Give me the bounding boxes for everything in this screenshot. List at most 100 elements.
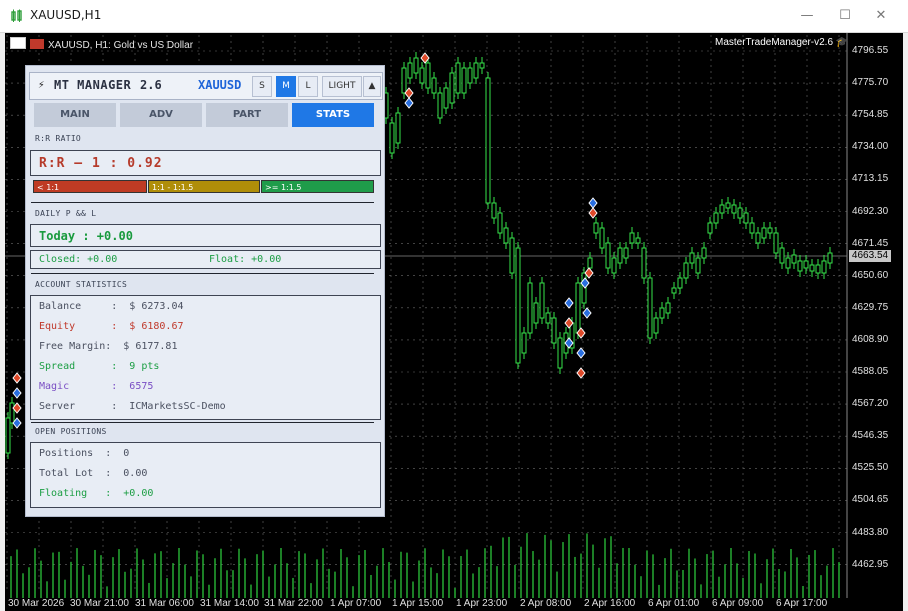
price-tick-label: 4588.05 [852, 366, 889, 377]
time-tick-label: 31 Mar 06:00 [135, 598, 194, 609]
candle-body [623, 247, 629, 259]
price-tick-label: 4713.15 [852, 173, 889, 185]
collapse-button[interactable]: ▲ [363, 76, 381, 97]
rr-section-title: R:R RATIO [35, 134, 82, 143]
rr-bar-high: >= 1:1.5 [261, 180, 374, 193]
account-stat-row: Equity : $ 6180.67 [39, 321, 184, 332]
candle-body [407, 62, 413, 79]
trade-marker-icon [12, 387, 22, 399]
trade-marker-icon [404, 97, 414, 109]
panel-header[interactable]: ⚡ MT MANAGER 2.6 XAUUSD S M L LIGHT ▲ [29, 72, 383, 100]
minimize-button[interactable]: — [797, 6, 817, 26]
candle-body [701, 247, 707, 259]
account-stat-row: Free Margin: $ 6177.81 [39, 341, 178, 352]
candle-body [761, 227, 767, 239]
tab-part[interactable]: PART [206, 103, 288, 127]
trade-manager-panel: ⚡ MT MANAGER 2.6 XAUUSD S M L LIGHT ▲ MA… [25, 65, 385, 517]
candle-body [659, 307, 665, 319]
account-stat-row: Server : ICMarketsSC-Demo [39, 401, 226, 412]
theme-light-button[interactable]: LIGHT [322, 76, 362, 97]
positions-box: Positions : 0 Total Lot : 0.00 Floating : … [30, 442, 381, 508]
size-large-button[interactable]: L [298, 76, 318, 97]
tab-adv[interactable]: ADV [120, 103, 202, 127]
tab-main[interactable]: MAIN [34, 103, 116, 127]
price-tick-label: 4796.55 [852, 45, 889, 56]
price-tick-label: 4754.85 [852, 109, 889, 121]
candle-body [677, 277, 683, 289]
position-stat-row: Positions : 0 [39, 448, 130, 459]
rr-bar-low: < 1:1 [33, 180, 147, 193]
account-stats-box: Balance : $ 6273.04 Equity : $ 6180.67 Fre… [30, 295, 381, 420]
candle-body [689, 252, 695, 264]
candle-body [503, 227, 509, 244]
close-button[interactable]: ✕ [871, 6, 891, 26]
time-tick-label: 6 Apr 09:00 [712, 598, 764, 609]
candle-body [593, 222, 599, 234]
candle-body [767, 227, 773, 234]
float-pnl: Float: +0.00 [209, 254, 282, 265]
panel-tabs: MAIN ADV PART STATS [34, 103, 376, 127]
time-tick-label: 6 Apr 17:00 [776, 598, 828, 609]
time-tick-label: 1 Apr 07:00 [330, 598, 382, 609]
candle-body [575, 282, 581, 334]
candle-body [539, 282, 545, 319]
divider [31, 202, 374, 203]
candle-body [749, 222, 755, 234]
candle-body [803, 260, 809, 269]
panel-title: MT MANAGER [54, 78, 132, 92]
candle-body [683, 262, 689, 279]
candle-body [521, 332, 527, 354]
candle-body [497, 212, 503, 234]
hat-icon: 🎓 [835, 37, 849, 48]
size-medium-button[interactable]: M [276, 76, 296, 97]
candle-body [653, 317, 659, 334]
time-tick-label: 6 Apr 01:00 [648, 598, 700, 609]
closed-float-box: Closed: +0.00 Float: +0.00 [30, 250, 381, 269]
candle-body [617, 247, 623, 264]
candle-body [791, 254, 797, 264]
symbol-menu-icon[interactable] [10, 37, 26, 49]
rr-box: R:R — 1 : 0.92 [30, 150, 381, 176]
candle-body [671, 287, 677, 294]
positions-section-title: OPEN POSITIONS [35, 427, 107, 436]
position-stat-row: Total Lot : 0.00 [39, 468, 148, 479]
candle-body [725, 202, 731, 209]
candle-body [713, 212, 719, 224]
trade-marker-icon [576, 347, 586, 359]
candle-body [611, 257, 617, 274]
candle-body [551, 317, 557, 344]
current-price-tag: 4663.54 [849, 250, 891, 262]
panel-symbol: XAUUSD [198, 78, 242, 92]
candle-body [647, 277, 653, 339]
candle-body [707, 222, 713, 234]
trade-marker-icon [564, 297, 574, 309]
tab-stats[interactable]: STATS [292, 103, 374, 127]
candle-body [491, 202, 497, 219]
today-box: Today : +0.00 [30, 224, 381, 247]
divider [31, 273, 374, 274]
position-stat-row: Floating : +0.00 [39, 488, 154, 499]
candle-body [587, 257, 593, 269]
candle-body [785, 257, 791, 269]
candle-body [431, 77, 437, 94]
candle-body [527, 282, 533, 334]
candle-body [9, 402, 15, 424]
expert-label: MasterTradeManager-v2.6 🎓 [715, 37, 848, 48]
candle-body [545, 312, 551, 324]
trade-marker-icon [576, 367, 586, 379]
time-tick-label: 1 Apr 23:00 [456, 598, 508, 609]
candle-body [779, 247, 785, 264]
candle-body [629, 232, 635, 244]
trade-marker-icon [12, 372, 22, 384]
candle-body [731, 204, 737, 214]
price-tick-label: 4567.20 [852, 398, 889, 410]
daily-section-title: DAILY P && L [35, 209, 97, 218]
chart-app-icon [11, 9, 22, 22]
time-tick-label: 2 Apr 16:00 [584, 598, 636, 609]
candle-body [413, 57, 419, 74]
candle-body [635, 237, 641, 244]
size-small-button[interactable]: S [252, 76, 272, 97]
maximize-button[interactable]: ☐ [835, 6, 855, 26]
price-tick-label: 4734.00 [852, 141, 889, 153]
candle-body [695, 257, 701, 274]
